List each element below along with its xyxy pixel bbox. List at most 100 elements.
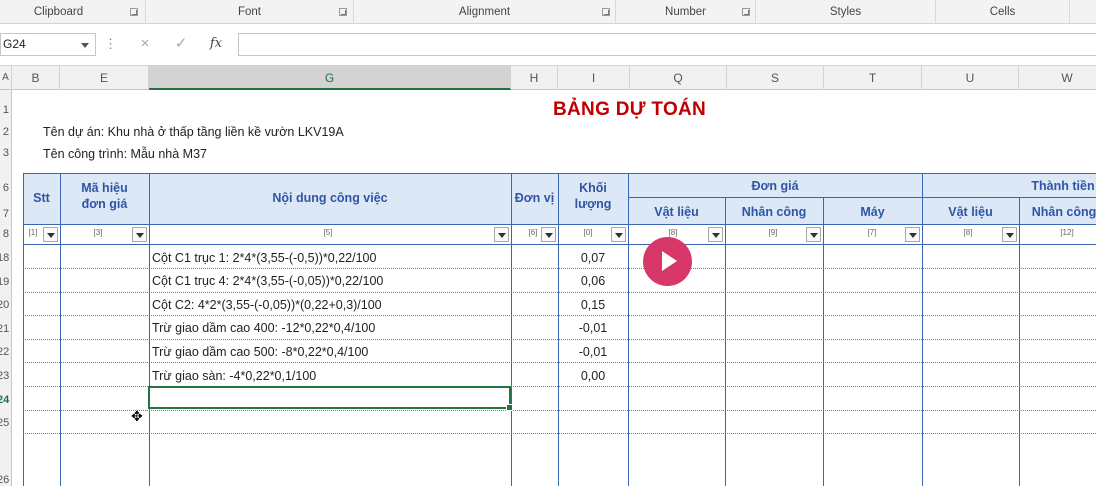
header-material: Vật liệu (654, 205, 699, 219)
number-launcher-icon[interactable] (742, 8, 750, 16)
filter-dropdown-icon[interactable] (43, 227, 58, 242)
column-header-t[interactable]: T (824, 66, 922, 90)
ribbon-group-cells: Cells (936, 0, 1070, 24)
table-row-quantity[interactable]: -0,01 (558, 321, 628, 335)
header-unit-price: Đơn giá (751, 179, 799, 193)
filter-dropdown-icon[interactable] (806, 227, 821, 242)
filter-code: [5] (323, 228, 333, 237)
row-header[interactable]: 2 (0, 126, 9, 138)
worksheet: BẢNG DỰ TOÁN Tên dự án: Khu nhà ở thấp t… (13, 90, 1096, 486)
name-box-dropdown-icon[interactable] (81, 43, 89, 48)
column-header-s[interactable]: S (727, 66, 824, 90)
table-row-content[interactable]: Trừ giao dầm cao 500: -8*0,22*0,4/100 (152, 345, 368, 359)
row-separator (23, 315, 1096, 316)
column-header-u[interactable]: U (922, 66, 1019, 90)
alignment-launcher-icon[interactable] (602, 8, 610, 16)
formula-input[interactable] (238, 33, 1096, 56)
row-header[interactable]: 23 (0, 370, 9, 382)
table-row-quantity[interactable]: -0,01 (558, 345, 628, 359)
filter-code: [12] (1060, 228, 1074, 237)
building-name[interactable]: Tên công trình: Mẫu nhà M37 (43, 147, 207, 161)
row-separator (23, 292, 1096, 293)
filter-dropdown-icon[interactable] (905, 227, 920, 242)
header-amount: Thành tiền (1031, 179, 1095, 193)
column-header-q[interactable]: Q (630, 66, 727, 90)
row-header[interactable]: 1 (0, 104, 9, 116)
row-header[interactable]: 8 (0, 228, 9, 240)
project-name[interactable]: Tên dự án: Khu nhà ở thấp tầng liền kề v… (43, 125, 344, 139)
formula-bar-grip-icon[interactable]: ⋮ (104, 35, 117, 53)
column-header-h[interactable]: H (511, 66, 558, 90)
active-cell[interactable] (148, 386, 513, 411)
ribbon-group-number-label: Number (665, 6, 706, 18)
header-labor: Nhân công (741, 205, 807, 219)
table-row-quantity[interactable]: 0,07 (558, 251, 628, 265)
table-row-content[interactable]: Cột C1 trục 1: 2*4*(3,55-(-0,5))*0,22/10… (152, 251, 376, 265)
clipboard-launcher-icon[interactable] (130, 8, 138, 16)
table-border (823, 197, 824, 486)
row-header[interactable]: 7 (0, 208, 9, 220)
column-header-e[interactable]: E (60, 66, 149, 90)
filter-code: [0] (583, 228, 593, 237)
table-row-content[interactable]: Cột C2: 4*2*(3,55-(-0,05))*(0,22+0,3)/10… (152, 298, 382, 312)
table-border (23, 244, 1096, 245)
row-header[interactable]: 6 (0, 182, 9, 194)
filter-dropdown-icon[interactable] (132, 227, 147, 242)
row-header[interactable]: 26 (0, 474, 9, 486)
ribbon-group-font-label: Font (237, 6, 261, 18)
header-stt: Stt (33, 191, 50, 205)
row-header[interactable]: 19 (0, 276, 9, 288)
table-row-quantity[interactable]: 0,00 (558, 369, 628, 383)
table-row-quantity[interactable]: 0,15 (558, 298, 628, 312)
ribbon-group-alignment-label: Alignment (458, 6, 511, 18)
ribbon-group-number: Number (616, 0, 756, 24)
font-launcher-icon[interactable] (339, 8, 347, 16)
insert-function-icon[interactable]: fx (205, 34, 227, 54)
header-unit: Đơn vị (514, 191, 555, 205)
row-header[interactable]: 18 (0, 252, 9, 264)
ribbon-group-alignment: Alignment (354, 0, 616, 24)
filter-dropdown-icon[interactable] (1002, 227, 1017, 242)
row-header[interactable]: 20 (0, 299, 9, 311)
row-header[interactable]: 25 (0, 417, 9, 429)
row-headers: 1 2 3 6 7 8 18 19 20 21 22 23 24 25 26 (0, 90, 12, 486)
column-header-w[interactable]: W (1019, 66, 1096, 90)
row-header[interactable]: 24 (0, 394, 9, 406)
filter-dropdown-icon[interactable] (611, 227, 626, 242)
table-border (511, 173, 512, 486)
ribbon-group-clipboard: Clipboard (0, 0, 146, 24)
filter-code: [1] (28, 228, 38, 237)
row-header[interactable]: 3 (0, 147, 9, 159)
table-row-content[interactable]: Trừ giao sàn: -4*0,22*0,1/100 (152, 369, 316, 383)
filter-dropdown-icon[interactable] (541, 227, 556, 242)
row-header[interactable]: 21 (0, 323, 9, 335)
header-amount-material: Vật liệu (948, 205, 993, 219)
row-separator (23, 268, 1096, 269)
column-header-b[interactable]: B (12, 66, 60, 90)
ribbon-group-styles: Styles (756, 0, 936, 24)
table-row-content[interactable]: Trừ giao dầm cao 400: -12*0,22*0,4/100 (152, 321, 375, 335)
filter-code: [7] (867, 228, 877, 237)
row-header[interactable]: 22 (0, 346, 9, 358)
play-button-icon[interactable] (643, 237, 692, 286)
table-border (628, 197, 1096, 198)
sheet-title[interactable]: BẢNG DỰ TOÁN (553, 99, 706, 121)
name-box[interactable]: G24 (0, 33, 96, 56)
table-border (1019, 197, 1020, 486)
table-row-content[interactable]: Cột C1 trục 4: 2*4*(3,55-(-0,05))*0,22/1… (152, 274, 383, 288)
column-header-g[interactable]: G (149, 66, 511, 90)
header-content: Nội dung công việc (272, 191, 388, 205)
column-header-i[interactable]: I (558, 66, 630, 90)
table-border (725, 197, 726, 486)
ribbon-group-styles-label: Styles (829, 6, 862, 18)
filter-code: [9] (768, 228, 778, 237)
table-row-quantity[interactable]: 0,06 (558, 274, 628, 288)
column-header-a[interactable]: A (0, 66, 12, 90)
table-border (60, 173, 61, 486)
filter-dropdown-icon[interactable] (708, 227, 723, 242)
table-border (23, 173, 24, 486)
filter-dropdown-icon[interactable] (494, 227, 509, 242)
enter-formula-icon[interactable]: ✓ (170, 34, 192, 54)
table-border (149, 173, 150, 486)
cancel-formula-icon[interactable]: × (134, 34, 156, 54)
